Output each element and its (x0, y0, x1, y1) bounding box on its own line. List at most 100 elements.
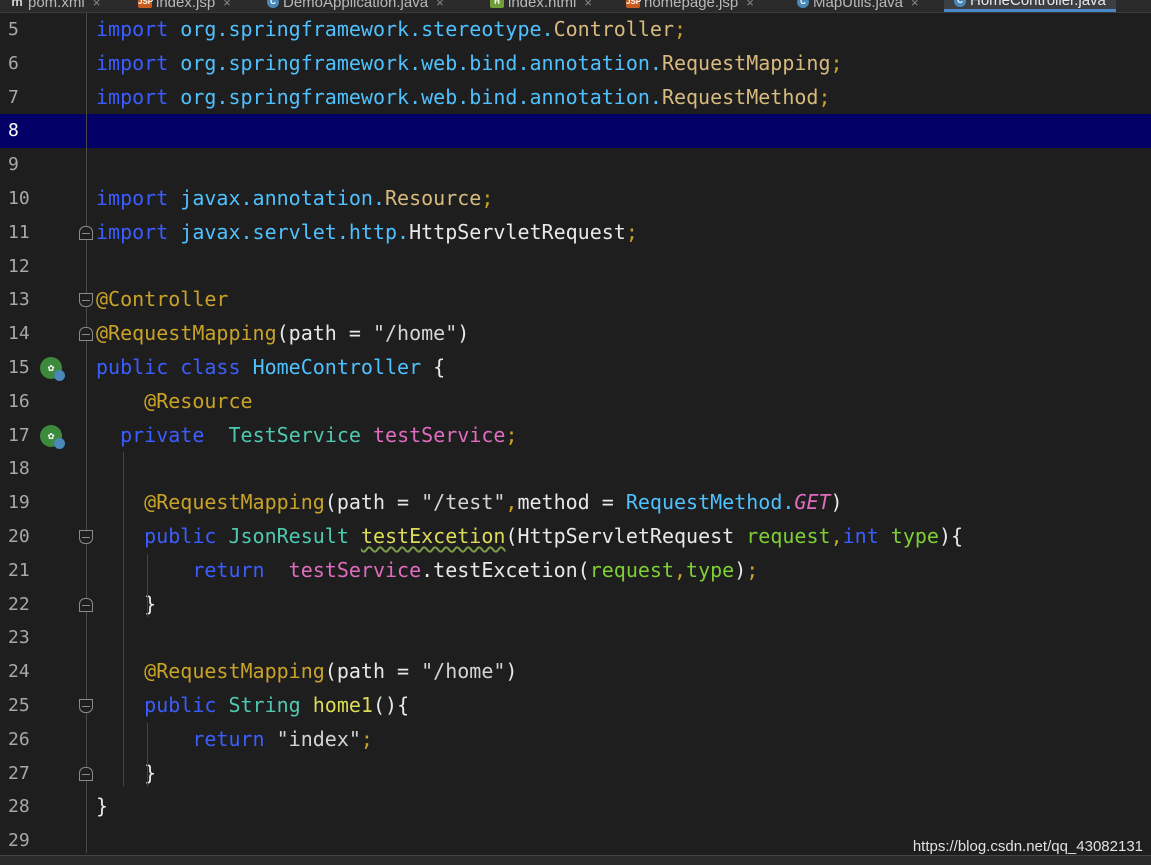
fold-end-icon[interactable] (79, 225, 93, 240)
code-line[interactable]: 20 public JsonResult testExcetion(HttpSe… (0, 520, 1151, 554)
gutter-separator (86, 13, 87, 853)
code-line[interactable]: 19 @RequestMapping(path = "/test",method… (0, 486, 1151, 520)
code-line[interactable]: 25 public String home1(){ (0, 689, 1151, 723)
code-line[interactable]: 6 import org.springframework.web.bind.ann… (0, 47, 1151, 81)
code-line[interactable]: 13 @Controller (0, 283, 1151, 317)
code-line[interactable]: 14 @RequestMapping(path = "/home") (0, 317, 1151, 351)
code-token: (path = (276, 321, 373, 346)
code-token: testExcetion (360, 524, 506, 548)
tab-index-html[interactable]: Hindex.html × (490, 0, 592, 12)
code-token: { (421, 355, 446, 379)
code-token: , (505, 490, 518, 515)
indent-guide (147, 722, 148, 787)
code-text: @RequestMapping(path = "/test",method = … (96, 486, 842, 520)
code-line[interactable]: 18 (0, 452, 1151, 486)
fold-end-icon[interactable] (79, 597, 93, 612)
code-token: ; (830, 50, 843, 75)
code-token: RequestMethod (661, 84, 819, 109)
code-line[interactable]: 27 } (0, 757, 1151, 791)
code-line[interactable]: 22 } (0, 588, 1151, 622)
tab-maputils-java[interactable]: C MapUtils.java × (797, 0, 919, 12)
code-token: testService (288, 557, 422, 582)
code-text: public JsonResult testExcetion(HttpServl… (96, 520, 963, 554)
code-line[interactable]: 11 import javax.servlet.http.HttpServletR… (0, 216, 1151, 250)
code-line[interactable]: 10 import javax.annotation.Resource; (0, 182, 1151, 216)
code-line[interactable]: 17 private TestService testService; (0, 419, 1151, 453)
line-number: 19 (8, 492, 30, 514)
code-text: @RequestMapping(path = "/home") (96, 317, 469, 351)
code-text: @Resource (96, 385, 252, 419)
bean-injection-icon[interactable]: ✿ (40, 424, 65, 449)
fold-end-icon[interactable] (79, 766, 93, 781)
tab-demoapplication-java[interactable]: C DemoApplication.java × (267, 0, 444, 12)
code-line[interactable]: 9 (0, 148, 1151, 182)
line-number: 10 (8, 188, 30, 209)
code-text: import org.springframework.stereotype.Co… (96, 13, 686, 47)
line-number: 20 (8, 526, 30, 547)
line-number: 25 (8, 695, 30, 716)
code-editor[interactable]: 5 import org.springframework.stereotype.C… (0, 13, 1151, 865)
code-line[interactable]: 16 @Resource (0, 385, 1151, 419)
bean-class-icon[interactable]: ✿ (40, 357, 65, 381)
fold-collapse-icon[interactable] (79, 530, 93, 544)
code-token: return (192, 726, 265, 751)
horizontal-scrollbar[interactable] (0, 855, 1151, 865)
tab-label: index.html (508, 0, 577, 11)
code-token: import (96, 84, 169, 109)
line-number: 27 (8, 762, 30, 784)
line-number: 5 (8, 19, 19, 40)
code-token: private (120, 422, 205, 447)
fold-collapse-icon[interactable] (79, 293, 93, 308)
code-text: public class HomeController { (96, 351, 445, 385)
code-line[interactable]: 24 @RequestMapping(path = "/home") (0, 655, 1151, 689)
code-token: javax.servlet.http. (180, 219, 410, 244)
tab-homepage-jsp[interactable]: JSP homepage.jsp × (626, 0, 754, 12)
code-line[interactable]: 5 import org.springframework.stereotype.C… (0, 13, 1151, 47)
close-tab-icon[interactable]: × (911, 0, 919, 10)
code-line[interactable]: 23 (0, 621, 1151, 655)
close-tab-icon[interactable]: × (436, 0, 444, 10)
code-line[interactable]: 8 (0, 114, 1151, 149)
fold-end-icon[interactable] (79, 327, 93, 342)
code-line[interactable]: 7 import org.springframework.web.bind.ann… (0, 81, 1151, 115)
code-line[interactable]: 28} (0, 790, 1151, 824)
code-token: Resource (385, 186, 482, 210)
close-tab-icon[interactable]: × (93, 0, 101, 10)
tab-label: homepage.jsp (644, 0, 739, 11)
code-token: ; (360, 726, 373, 751)
tab-pom-xml[interactable]: m pom.xml × (10, 0, 100, 12)
code-token: @Controller (96, 287, 229, 312)
java-class-icon: C (797, 0, 809, 8)
fold-collapse-icon[interactable] (79, 699, 93, 713)
close-tab-icon[interactable]: × (746, 0, 754, 10)
indent-guide (147, 553, 148, 618)
code-token: (HttpServletRequest (505, 524, 747, 548)
code-line[interactable]: 15 public class HomeController { (0, 351, 1151, 385)
line-number: 21 (8, 559, 30, 581)
tab-index-jsp[interactable]: JSP index.jsp × (138, 0, 231, 12)
line-number: 29 (8, 830, 30, 852)
code-token: public (144, 524, 217, 548)
code-token: request (589, 557, 674, 582)
tab-homecontroller-java[interactable]: C HomeController.java (944, 0, 1116, 12)
code-line[interactable]: 21 return testService.testExcetion(reque… (0, 554, 1151, 588)
close-tab-icon[interactable]: × (223, 0, 231, 10)
code-token: RequestMapping (661, 50, 831, 75)
navigate-badge-icon (54, 437, 65, 449)
code-token: ) (505, 659, 518, 684)
code-line[interactable]: 12 (0, 250, 1151, 284)
line-number: 6 (8, 52, 19, 74)
close-tab-icon[interactable]: × (584, 0, 592, 10)
code-line[interactable]: 26 return "index"; (0, 723, 1151, 757)
code-token: "/home" (372, 321, 458, 346)
